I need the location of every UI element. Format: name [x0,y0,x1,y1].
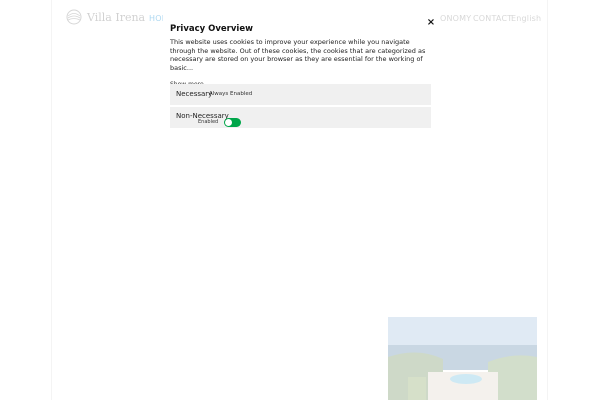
category-status: Enabled [198,119,219,125]
category-non-necessary[interactable]: Non-Necessary Enabled [170,107,431,128]
category-necessary[interactable]: Necessary Always Enabled [170,84,431,105]
toggle-knob [225,119,232,126]
non-necessary-toggle[interactable] [224,118,241,127]
category-title: Necessary [176,90,213,98]
category-status: Always Enabled [209,91,253,97]
modal-title: Privacy Overview [170,24,253,34]
modal-description: This website uses cookies to improve you… [170,38,426,72]
close-button[interactable]: × [425,16,437,28]
close-icon: × [426,16,436,28]
